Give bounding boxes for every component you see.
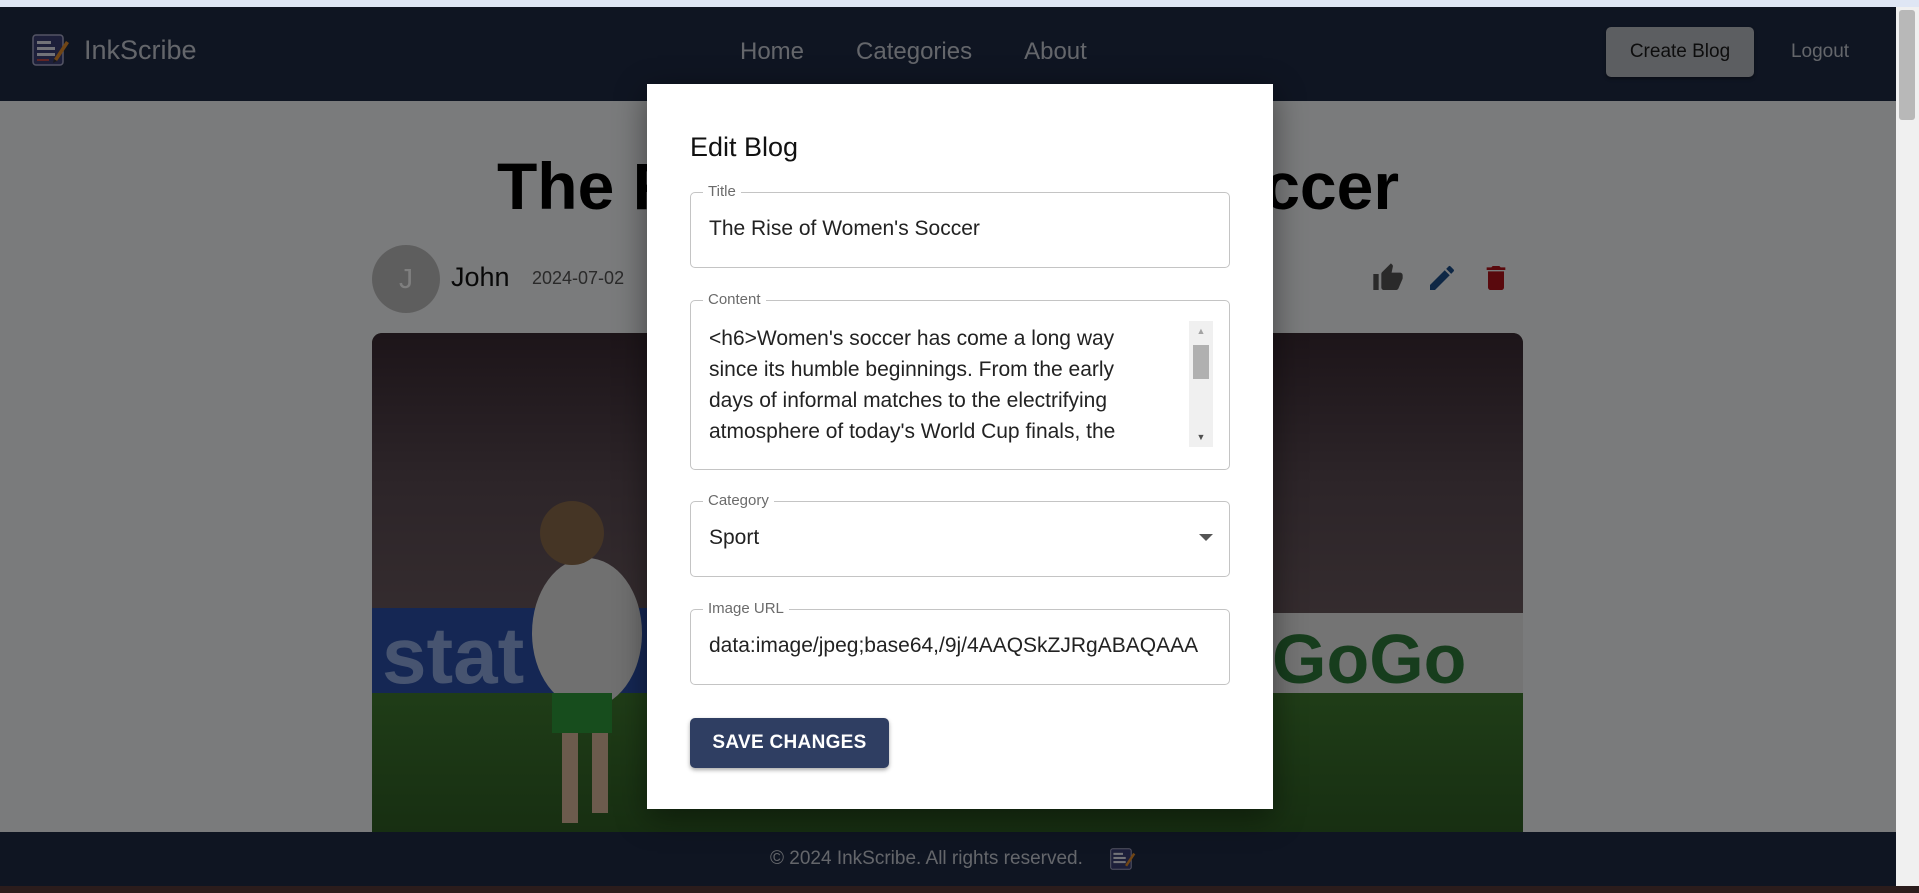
page-scrollbar[interactable] (1896, 7, 1919, 893)
title-field-label: Title (703, 183, 741, 200)
title-field[interactable]: Title The Rise of Women's Soccer (690, 183, 1230, 268)
image-url-field-label: Image URL (703, 600, 789, 617)
content-textarea[interactable]: <h6>Women's soccer has come a long way s… (709, 323, 1149, 443)
save-changes-button[interactable]: SAVE CHANGES (690, 718, 889, 768)
image-url-input[interactable]: data:image/jpeg;base64,/9j/4AAQSkZJRgABA… (709, 634, 1211, 658)
content-scrollbar[interactable]: ▲ ▼ (1189, 321, 1213, 447)
content-field-label: Content (703, 291, 766, 308)
category-value[interactable]: Sport (709, 526, 1149, 550)
category-field-label: Category (703, 492, 774, 509)
scroll-down-arrow-icon[interactable]: ▼ (1189, 427, 1213, 447)
category-select[interactable]: Category Sport (690, 492, 1230, 577)
content-field[interactable]: Content <h6>Women's soccer has come a lo… (690, 291, 1230, 470)
page-scrollbar-thumb[interactable] (1899, 10, 1915, 120)
chevron-down-icon[interactable] (1199, 534, 1213, 541)
scroll-up-arrow-icon[interactable]: ▲ (1189, 321, 1213, 341)
title-input[interactable]: The Rise of Women's Soccer (709, 217, 1209, 241)
window-bottom-edge (0, 886, 1919, 893)
window-top-edge (0, 0, 1919, 7)
edit-blog-modal: Edit Blog Title The Rise of Women's Socc… (647, 84, 1273, 809)
modal-title: Edit Blog (690, 132, 799, 162)
content-scrollbar-thumb[interactable] (1193, 345, 1209, 379)
image-url-field[interactable]: Image URL data:image/jpeg;base64,/9j/4AA… (690, 600, 1230, 685)
